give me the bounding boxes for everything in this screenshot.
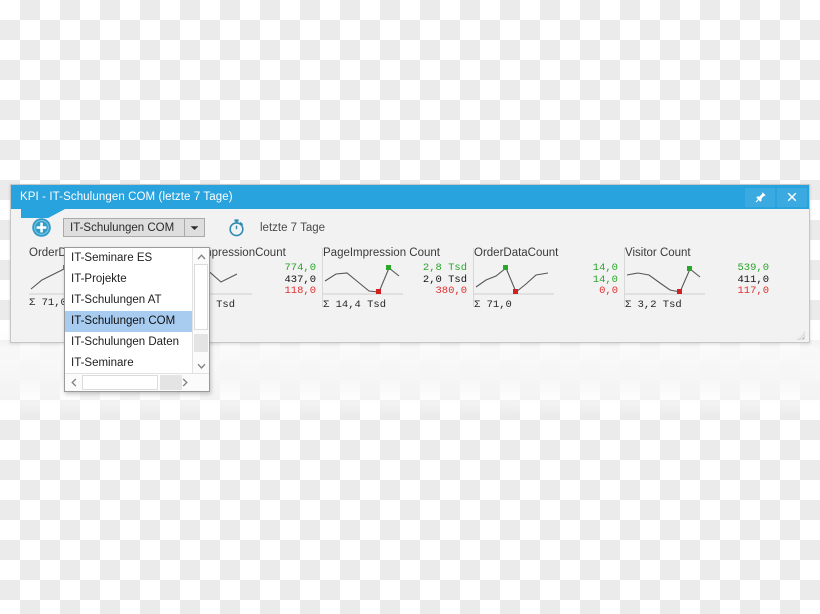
horizontal-scroll-page-area[interactable] — [160, 375, 182, 390]
dropdown-body: IT-Seminare ES IT-Projekte IT-Schulungen… — [65, 248, 209, 373]
kpi-panel[interactable]: Visitor Count 539,0 411,0 117,0 Σ 3,2 Ts — [625, 246, 775, 311]
horizontal-scroll-thumb[interactable] — [82, 375, 158, 390]
kpi-min-value: 118,0 — [284, 285, 316, 297]
stopwatch-icon — [227, 219, 246, 241]
kpi-min-value: 380,0 — [435, 285, 467, 297]
kpi-title: OrderDataCount — [474, 247, 559, 259]
kpi-set-dropdown-list[interactable]: IT-Seminare ES IT-Projekte IT-Schulungen… — [64, 247, 210, 392]
dropdown-item-it-seminare-es[interactable]: IT-Seminare ES — [65, 248, 192, 269]
horizontal-scroll-track[interactable] — [82, 374, 182, 391]
kpi-min-value: 117,0 — [737, 285, 769, 297]
kpi-values: 14,0 14,0 0,0 — [554, 262, 624, 298]
kpi-body: 14,0 14,0 0,0 — [474, 262, 624, 298]
kpi-values: 539,0 411,0 117,0 — [705, 262, 775, 298]
kpi-sum: Σ 71,0 — [474, 298, 512, 311]
dropdown-vertical-scrollbar[interactable] — [192, 248, 209, 373]
kpi-max-value: 774,0 — [284, 262, 316, 274]
pin-icon — [754, 191, 767, 204]
kpi-values: 774,0 437,0 118,0 — [252, 262, 322, 298]
kpi-panel[interactable]: OrderDataCount 14,0 14,0 0,0 Σ 71,0 — [474, 246, 624, 311]
kpi-sparkline — [474, 263, 554, 296]
pin-button[interactable] — [745, 187, 775, 207]
kpi-min-value: 0,0 — [599, 285, 618, 297]
kpi-title: PageImpression Count — [323, 247, 440, 259]
time-range-label: letzte 7 Tage — [260, 221, 326, 234]
kpi-sum: Σ 3,2 Tsd — [625, 298, 682, 311]
kpi-sparkline — [323, 263, 403, 296]
close-button[interactable] — [777, 187, 807, 207]
dropdown-items: IT-Seminare ES IT-Projekte IT-Schulungen… — [65, 248, 192, 373]
vertical-scroll-thumb[interactable] — [194, 264, 208, 330]
dropdown-item-it-projekte[interactable]: IT-Projekte — [65, 269, 192, 290]
plus-circle-icon — [31, 218, 52, 242]
chevron-right-icon — [182, 374, 188, 392]
window-resize-grip[interactable] — [795, 328, 806, 340]
kpi-body: 2,8 Tsd 2,0 Tsd 380,0 — [323, 262, 473, 298]
kpi-toolbar: IT-Schulungen COM letzte 7 Tage — [11, 209, 809, 242]
kpi-panel[interactable]: PageImpression Count 2,8 Tsd 2,0 Tsd 380… — [323, 246, 473, 311]
window-title: KPI - IT-Schulungen COM (letzte 7 Tage) — [20, 191, 233, 203]
dropdown-item-it-schulungen-daten[interactable]: IT-Schulungen Daten — [65, 332, 192, 353]
dropdown-item-it-schulungen-com[interactable]: IT-Schulungen COM — [65, 311, 192, 332]
kpi-max-value: 2,8 Tsd — [422, 262, 467, 274]
time-range-button[interactable] — [227, 218, 246, 237]
add-kpi-button[interactable] — [31, 217, 52, 238]
dropdown-item-it-seminare[interactable]: IT-Seminare — [65, 353, 192, 373]
kpi-sparkline — [625, 263, 705, 296]
chevron-left-icon — [70, 374, 77, 392]
scroll-up-button[interactable] — [193, 248, 209, 264]
vertical-scroll-page-area[interactable] — [194, 334, 208, 352]
kpi-sum: Σ 14,4 Tsd — [323, 298, 387, 311]
dropdown-item-it-schulungen-at[interactable]: IT-Schulungen AT — [65, 290, 192, 311]
vertical-scroll-track[interactable] — [193, 264, 209, 357]
kpi-max-value: 14,0 — [592, 262, 618, 274]
kpi-set-combobox[interactable]: IT-Schulungen COM — [63, 218, 205, 237]
window-title-bar[interactable]: KPI - IT-Schulungen COM (letzte 7 Tage) — [11, 185, 809, 209]
chevron-down-icon — [197, 356, 206, 374]
kpi-title: Visitor Count — [625, 247, 691, 259]
scroll-down-button[interactable] — [193, 357, 209, 373]
dropdown-horizontal-scrollbar[interactable] — [65, 373, 209, 391]
kpi-max-value: 539,0 — [737, 262, 769, 274]
kpi-values: 2,8 Tsd 2,0 Tsd 380,0 — [403, 262, 473, 298]
close-icon — [786, 191, 798, 203]
scroll-left-button[interactable] — [65, 374, 82, 391]
chevron-down-icon[interactable] — [184, 219, 204, 236]
scrollbar-corner — [193, 374, 209, 391]
chevron-up-icon — [197, 247, 206, 265]
kpi-body: 539,0 411,0 117,0 — [625, 262, 775, 298]
kpi-set-combobox-value: IT-Schulungen COM — [70, 221, 175, 234]
